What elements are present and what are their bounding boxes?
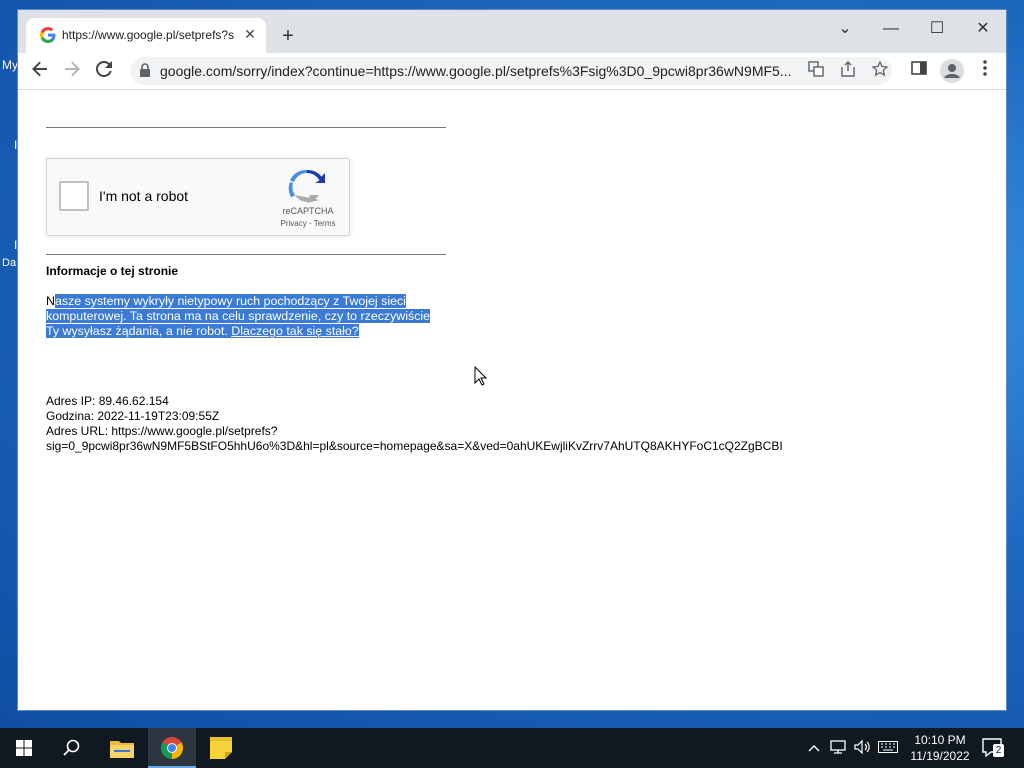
time-line: Godzina: 2022-11-19T23:09:55Z	[46, 409, 220, 423]
profile-icon	[944, 64, 960, 78]
url-line-continued: sig=0_9pcwi8pr36wN9MF5BStFO5hhU6o%3D&hl=…	[46, 439, 783, 453]
ip-address-line: Adres IP: 89.46.62.154	[46, 394, 169, 408]
desktop-icon-label[interactable]: I	[14, 238, 17, 252]
notification-center-button[interactable]: 2	[982, 738, 1004, 758]
link-separator: -	[306, 219, 314, 228]
reload-button[interactable]	[92, 59, 116, 83]
why-link[interactable]: Dlaczego tak się stało?	[231, 324, 359, 338]
tab-close-icon[interactable]: ✕	[242, 26, 258, 42]
recaptcha-brand: reCAPTCHA	[282, 206, 334, 216]
search-button[interactable]	[48, 728, 96, 768]
side-panel-icon[interactable]	[908, 60, 930, 82]
checkbox-label: I'm not a robot	[99, 188, 189, 204]
notification-count-badge: 2	[993, 744, 1004, 757]
google-icon	[40, 27, 56, 43]
privacy-link[interactable]: Privacy	[281, 219, 307, 228]
description-paragraph: Nasze systemy wykryły nietypowy ruch poc…	[46, 294, 446, 339]
search-icon	[63, 739, 80, 756]
volume-icon[interactable]	[852, 739, 872, 757]
chevron-up-icon[interactable]	[804, 740, 824, 756]
tab-strip: https://www.google.pl/setprefs?s ✕ + ⌄ —…	[18, 10, 1006, 53]
folder-icon	[110, 741, 134, 758]
menu-kebab-icon[interactable]	[974, 60, 996, 82]
sticky-notes-icon	[210, 737, 232, 759]
chrome-icon	[161, 737, 183, 759]
tab-title: https://www.google.pl/setprefs?s	[62, 28, 235, 42]
file-explorer-button[interactable]	[98, 728, 146, 768]
mouse-cursor-icon	[474, 366, 488, 386]
url-line: Adres URL: https://www.google.pl/setpref…	[46, 424, 278, 438]
clock-date: 11/19/2022	[910, 749, 970, 763]
desktop-icon-label[interactable]: My	[2, 58, 18, 72]
reload-icon	[95, 60, 112, 77]
not-a-robot-checkbox[interactable]	[59, 181, 89, 211]
forward-button[interactable]	[60, 59, 84, 83]
browser-window: https://www.google.pl/setprefs?s ✕ + ⌄ —…	[18, 10, 1006, 710]
section-title: Informacje o tej stronie	[46, 264, 179, 278]
recaptcha-logo-icon	[288, 169, 325, 203]
clock-time: 10:10 PM	[914, 733, 966, 747]
lock-icon[interactable]	[140, 63, 150, 77]
desktop-icon-label[interactable]: Da	[2, 257, 16, 269]
minimize-button[interactable]: —	[876, 16, 906, 42]
sticky-notes-button[interactable]	[198, 728, 246, 768]
translate-icon[interactable]	[806, 61, 826, 81]
chrome-taskbar-button[interactable]	[148, 728, 196, 768]
tab-search-button[interactable]: ⌄	[830, 16, 860, 42]
description-first-char: N	[46, 294, 55, 308]
recaptcha-widget: I'm not a robot reCAPTCHA Privacy - Term…	[46, 158, 350, 236]
recaptcha-links: Privacy - Terms	[269, 219, 347, 228]
desktop-icon-label[interactable]: I	[14, 138, 17, 152]
taskbar: 10:10 PM 11/19/2022 2	[0, 728, 1024, 768]
back-button[interactable]	[28, 59, 52, 83]
forward-arrow-icon	[65, 61, 80, 77]
start-button[interactable]	[0, 728, 48, 768]
browser-tab[interactable]: https://www.google.pl/setprefs?s ✕	[26, 18, 266, 53]
windows-logo-icon	[16, 740, 32, 756]
close-window-button[interactable]: ✕	[968, 16, 998, 42]
address-bar[interactable]: google.com/sorry/index?continue=https://…	[130, 57, 892, 85]
url-text[interactable]: google.com/sorry/index?continue=https://…	[160, 63, 800, 79]
maximize-button[interactable]: ☐	[922, 16, 952, 42]
divider	[46, 127, 446, 128]
profile-avatar[interactable]	[940, 59, 964, 83]
terms-link[interactable]: Terms	[314, 219, 336, 228]
share-icon[interactable]	[838, 61, 858, 81]
new-tab-button[interactable]: +	[276, 25, 300, 49]
page-content: I'm not a robot reCAPTCHA Privacy - Term…	[18, 90, 1006, 710]
browser-toolbar: google.com/sorry/index?continue=https://…	[18, 53, 1006, 90]
network-icon[interactable]	[828, 740, 848, 757]
back-arrow-icon	[32, 61, 47, 77]
bookmark-star-icon[interactable]	[870, 60, 890, 81]
system-clock[interactable]: 10:10 PM 11/19/2022	[904, 732, 976, 764]
divider	[46, 254, 446, 255]
keyboard-icon[interactable]	[878, 740, 898, 756]
